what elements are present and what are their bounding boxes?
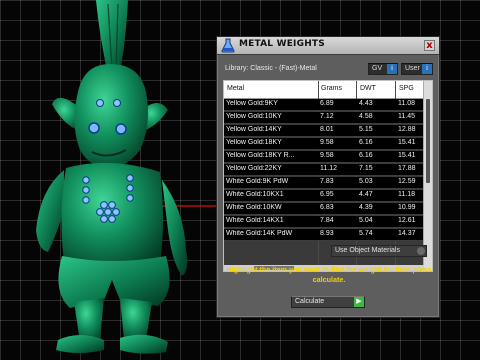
gv-unit-select[interactable]: GV i <box>368 63 398 75</box>
cell-metal: White Gold:10KW <box>226 204 282 211</box>
column-header-dwt[interactable]: DWT <box>360 85 376 92</box>
cell-spg: 11.08 <box>398 100 415 107</box>
left-eye-gem <box>88 122 100 134</box>
cell-metal: White Gold:14K PdW <box>226 230 293 237</box>
metal-weights-panel: METAL WEIGHTS x Library: Classic - (Fast… <box>216 36 440 318</box>
cell-dwt: 5.03 <box>359 178 373 185</box>
metal-weights-table[interactable]: Metal Grams DWT SPG Yellow Gold:9KY 6.89 4… <box>223 80 433 272</box>
cell-metal: Yellow Gold:10KY <box>226 113 282 120</box>
cell-spg: 10.99 <box>398 204 416 211</box>
close-icon: x <box>426 40 433 51</box>
table-row[interactable]: Yellow Gold:18KY R... 9.58 6.16 15.41 <box>224 151 424 163</box>
play-arrow-icon: ▶ <box>354 297 364 307</box>
column-header-spg[interactable]: SPG <box>399 85 414 92</box>
close-button[interactable]: x <box>424 40 435 51</box>
scroll-thumb[interactable] <box>426 99 430 183</box>
table-row[interactable]: White Gold:14K PdW 8.93 5.74 14.37 <box>224 229 424 241</box>
table-row[interactable]: Yellow Gold:22KY 11.12 7.15 17.88 <box>224 164 424 176</box>
cell-spg: 12.88 <box>398 126 416 133</box>
vertical-scrollbar[interactable] <box>423 81 432 271</box>
cell-spg: 15.41 <box>398 152 416 159</box>
user-select-value: User <box>405 65 420 72</box>
cell-dwt: 7.15 <box>359 165 373 172</box>
cell-grams: 6.95 <box>320 191 334 198</box>
table-row[interactable]: Yellow Gold:10KY 7.12 4.58 11.45 <box>224 112 424 124</box>
right-eye-gem <box>115 123 127 135</box>
panel-title: METAL WEIGHTS <box>239 39 325 49</box>
cell-dwt: 5.74 <box>359 230 373 237</box>
cell-grams: 7.12 <box>320 113 334 120</box>
column-header-metal[interactable]: Metal <box>227 85 244 92</box>
cell-grams: 9.58 <box>320 152 334 159</box>
table-row[interactable]: White Gold:10KX1 6.95 4.47 11.18 <box>224 190 424 202</box>
toggle-knob-icon <box>417 247 425 255</box>
cell-grams: 8.93 <box>320 230 334 237</box>
gv-select-value: GV <box>372 65 383 72</box>
cell-spg: 11.18 <box>398 191 415 198</box>
table-row[interactable]: White Gold:14KX1 7.84 5.04 12.61 <box>224 216 424 228</box>
cell-grams: 7.83 <box>320 178 334 185</box>
cell-dwt: 4.39 <box>359 204 373 211</box>
cell-dwt: 6.16 <box>359 139 373 146</box>
cell-spg: 11.45 <box>398 113 415 120</box>
cell-grams: 8.01 <box>320 126 334 133</box>
cell-grams: 6.89 <box>320 100 334 107</box>
cell-dwt: 6.16 <box>359 152 373 159</box>
use-object-materials-label: Use Object Materials <box>335 247 400 254</box>
cell-metal: Yellow Gold:9KY <box>226 100 278 107</box>
calculate-label: Calculate <box>295 298 325 305</box>
table-row[interactable]: White Gold:9K PdW 7.83 5.03 12.59 <box>224 177 424 189</box>
cell-metal: Yellow Gold:18KY R... <box>226 152 295 159</box>
table-header: Metal Grams DWT SPG <box>224 81 424 99</box>
cell-metal: Yellow Gold:22KY <box>226 165 282 172</box>
table-row[interactable]: White Gold:10KW 6.83 4.39 10.99 <box>224 203 424 215</box>
cell-spg: 14.37 <box>398 230 416 237</box>
table-row[interactable]: Yellow Gold:14KY 8.01 5.15 12.88 <box>224 125 424 137</box>
cell-spg: 17.88 <box>398 165 416 172</box>
flask-icon <box>221 38 235 53</box>
column-header-grams[interactable]: Grams <box>321 85 342 92</box>
info-icon: i <box>422 64 432 74</box>
use-object-materials-option[interactable]: Use Object Materials <box>331 245 427 257</box>
cell-grams: 7.84 <box>320 217 334 224</box>
cell-dwt: 4.58 <box>359 113 373 120</box>
instructions-text: Highlight the item you want to find the … <box>226 265 432 284</box>
cell-metal: White Gold:9K PdW <box>226 178 289 185</box>
cell-spg: 15.41 <box>398 139 416 146</box>
calculate-button[interactable]: Calculate ▶ <box>291 296 365 308</box>
cell-dwt: 5.04 <box>359 217 373 224</box>
cell-dwt: 4.47 <box>359 191 373 198</box>
cell-grams: 6.83 <box>320 204 334 211</box>
cell-metal: White Gold:10KX1 <box>226 191 284 198</box>
cell-grams: 11.12 <box>320 165 337 172</box>
cell-metal: Yellow Gold:14KY <box>226 126 282 133</box>
info-icon: i <box>387 64 397 74</box>
cell-dwt: 5.15 <box>359 126 373 133</box>
table-row[interactable]: Yellow Gold:18KY 9.58 6.16 15.41 <box>224 138 424 150</box>
library-label: Library: Classic - (Fast)-Metal <box>225 65 317 72</box>
cell-spg: 12.61 <box>398 217 416 224</box>
cell-spg: 12.59 <box>398 178 416 185</box>
cell-grams: 9.58 <box>320 139 334 146</box>
cell-metal: White Gold:14KX1 <box>226 217 284 224</box>
cell-metal: Yellow Gold:18KY <box>226 139 282 146</box>
user-unit-select[interactable]: User i <box>401 63 433 75</box>
cell-dwt: 4.43 <box>359 100 373 107</box>
panel-titlebar[interactable]: METAL WEIGHTS x <box>217 37 439 55</box>
table-row[interactable]: Yellow Gold:9KY 6.89 4.43 11.08 <box>224 99 424 111</box>
